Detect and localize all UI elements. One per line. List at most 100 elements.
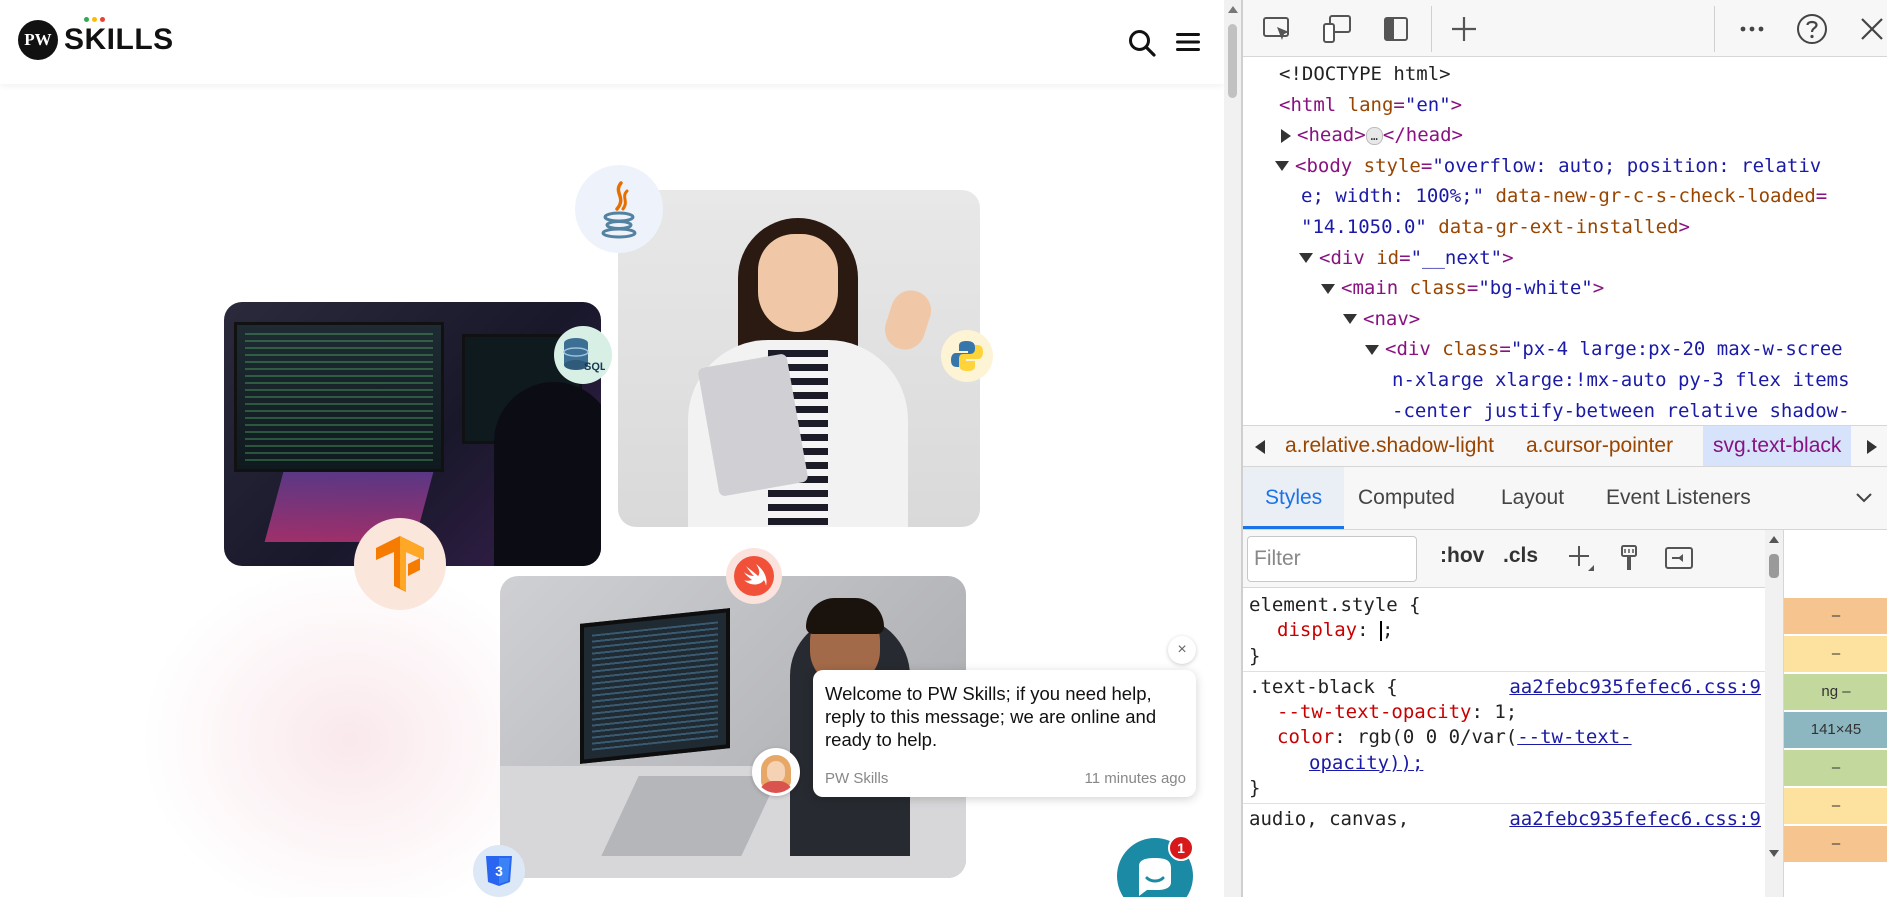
tab-computed[interactable]: Computed — [1358, 467, 1455, 529]
tag-name: <nav> — [1363, 307, 1421, 330]
box-model-margin-bottom[interactable]: – — [1784, 826, 1887, 862]
page-scrollbar[interactable] — [1224, 0, 1241, 897]
rule-selector[interactable]: element.style { — [1249, 593, 1765, 618]
help-icon[interactable] — [1794, 11, 1830, 47]
tag-name: </head> — [1382, 124, 1463, 147]
scrollbar-thumb[interactable] — [1769, 554, 1779, 578]
css-variable-link[interactable]: --tw-text- — [1517, 726, 1631, 748]
dom-node-nav[interactable]: <nav> — [1243, 304, 1887, 335]
svg-text:3: 3 — [495, 863, 503, 879]
stylesheet-link[interactable]: aa2febc935fefec6.css:9 — [1509, 807, 1761, 832]
tab-event-listeners[interactable]: Event Listeners — [1606, 467, 1751, 529]
inspect-element-icon[interactable] — [1259, 11, 1295, 47]
styles-pane-tabs: Styles Computed Layout Event Listeners — [1243, 467, 1887, 530]
java-icon — [575, 165, 663, 253]
styles-rules-list[interactable]: element.style { display: ; } .text-black… — [1243, 588, 1765, 897]
toolbar-separator — [1714, 6, 1715, 52]
new-style-rule-icon[interactable] — [1566, 543, 1596, 573]
close-icon[interactable] — [1854, 11, 1887, 47]
dom-node-html[interactable]: <html lang="en"> — [1243, 90, 1887, 121]
dom-node-body[interactable]: <body style="overflow: auto; position: r… — [1243, 151, 1887, 182]
box-model-content-size[interactable]: 141×45 — [1784, 712, 1887, 748]
dom-node-body-cont[interactable]: e; width: 100%;" data-new-gr-c-s-check-l… — [1243, 181, 1887, 212]
tag-close: > — [1592, 277, 1605, 300]
tab-layout[interactable]: Layout — [1501, 467, 1564, 529]
dom-node-div-class[interactable]: <div class="px-4 large:px-20 max-w-scree — [1243, 334, 1887, 365]
collapse-triangle-icon[interactable] — [1365, 344, 1379, 355]
dock-side-icon[interactable] — [1378, 11, 1414, 47]
dom-node-head[interactable]: <head>… </head> — [1243, 120, 1887, 151]
breadcrumb-scroll-left-icon[interactable] — [1255, 440, 1265, 454]
hov-toggle[interactable]: :hov — [1440, 544, 1484, 568]
box-model-border-top[interactable]: – — [1784, 636, 1887, 672]
chat-close-button[interactable]: × — [1168, 636, 1196, 664]
breadcrumb-scroll-right-icon[interactable] — [1867, 440, 1877, 454]
pw-skills-logo[interactable]: PW SKILLS — [18, 17, 174, 60]
css-property[interactable]: --tw-text-opacity — [1277, 701, 1471, 723]
elements-dom-tree[interactable]: <!DOCTYPE html> <html lang="en"> <head>…… — [1243, 57, 1887, 425]
styles-filter-input[interactable]: Filter — [1247, 536, 1417, 582]
search-icon[interactable] — [1127, 28, 1157, 58]
breadcrumb-item[interactable]: a.relative.shadow-light — [1275, 426, 1504, 466]
css-property[interactable]: color — [1277, 726, 1334, 748]
box-model-margin-top[interactable]: – — [1784, 598, 1887, 634]
tensorflow-icon — [354, 518, 446, 610]
css-value[interactable]: opacity)); — [1309, 752, 1423, 774]
menu-icon[interactable] — [1175, 29, 1201, 55]
tag-name: <body — [1295, 154, 1353, 177]
css-value[interactable]: : rgb(0 0 0/var( — [1334, 726, 1517, 748]
collapsed-ellipsis[interactable]: … — [1365, 126, 1383, 145]
dom-node-main[interactable]: <main class="bg-white"> — [1243, 273, 1887, 304]
collapse-triangle-icon[interactable] — [1275, 161, 1289, 172]
cls-toggle[interactable]: .cls — [1503, 544, 1538, 568]
box-model-padding-bottom[interactable]: – — [1784, 750, 1887, 786]
dom-node-div-next[interactable]: <div id="__next"> — [1243, 243, 1887, 274]
chevron-down-icon[interactable] — [1855, 491, 1873, 505]
chat-agent-avatar — [752, 748, 800, 796]
plus-icon[interactable] — [1446, 11, 1482, 47]
chat-message-bubble[interactable]: Welcome to PW Skills; if you need help, … — [813, 670, 1196, 797]
rule-close: } — [1249, 644, 1765, 669]
paint-brush-icon[interactable] — [1614, 543, 1644, 573]
styles-scrollbar[interactable] — [1765, 530, 1783, 897]
attr-value: "px-4 large:px-20 max-w-scree — [1510, 338, 1843, 361]
css-value[interactable]: : 1; — [1471, 701, 1517, 723]
audio-canvas-selector: audio, canvas, — [1249, 808, 1410, 831]
stylesheet-link[interactable]: aa2febc935fefec6.css:9 — [1509, 675, 1761, 700]
expand-triangle-icon[interactable] — [1281, 128, 1291, 143]
dom-node-div-class-cont[interactable]: -center justify-between relative shadow- — [1243, 396, 1887, 425]
toolbar-separator — [1431, 6, 1432, 52]
tab-styles[interactable]: Styles — [1243, 467, 1345, 529]
collapse-triangle-icon[interactable] — [1343, 314, 1357, 325]
breadcrumb-item[interactable]: a.cursor-pointer — [1516, 426, 1683, 466]
rule-declaration[interactable]: display: ; — [1249, 618, 1765, 643]
tag-name: <head> — [1297, 124, 1366, 147]
rule-selector[interactable]: .text-black {aa2febc935fefec6.css:9 — [1249, 675, 1765, 700]
scroll-up-arrow[interactable] — [1228, 6, 1238, 13]
collapse-triangle-icon[interactable] — [1299, 253, 1313, 264]
chat-sender: PW Skills — [825, 770, 889, 787]
rule-declaration[interactable]: --tw-text-opacity: 1; — [1249, 700, 1765, 725]
breadcrumb-item-active[interactable]: svg.text-black — [1703, 426, 1852, 466]
rule-declaration[interactable]: color: rgb(0 0 0/var(--tw-text- — [1249, 725, 1765, 750]
toggle-sidebar-icon[interactable] — [1664, 543, 1694, 573]
css-value[interactable]: ; — [1382, 619, 1393, 641]
more-icon[interactable] — [1734, 11, 1770, 47]
rule-declaration-cont[interactable]: opacity)); — [1249, 751, 1765, 776]
dom-node-doctype[interactable]: <!DOCTYPE html> — [1243, 59, 1887, 90]
scroll-up-arrow[interactable] — [1769, 536, 1779, 543]
tag-close: > — [1450, 93, 1463, 116]
css-property[interactable]: display — [1277, 619, 1357, 641]
screen: PW SKILLS SQL 3 × Welcome to PW Skills; … — [0, 0, 1887, 897]
box-model-border-bottom[interactable]: – — [1784, 788, 1887, 824]
dom-node-div-class-cont[interactable]: n-xlarge xlarge:!mx-auto py-3 flex items — [1243, 365, 1887, 396]
scroll-down-arrow[interactable] — [1769, 850, 1779, 857]
tag-name: <main — [1341, 277, 1399, 300]
scrollbar-thumb[interactable] — [1228, 24, 1237, 98]
device-toolbar-icon[interactable] — [1319, 11, 1355, 47]
dom-node-body-cont[interactable]: "14.1050.0" data-gr-ext-installed> — [1243, 212, 1887, 243]
box-model-padding-top[interactable]: ng – — [1784, 674, 1887, 710]
attr-value: "en" — [1404, 93, 1451, 116]
collapse-triangle-icon[interactable] — [1321, 283, 1335, 294]
rule-selector[interactable]: audio, canvas, aa2febc935fefec6.css:9 — [1249, 807, 1765, 832]
